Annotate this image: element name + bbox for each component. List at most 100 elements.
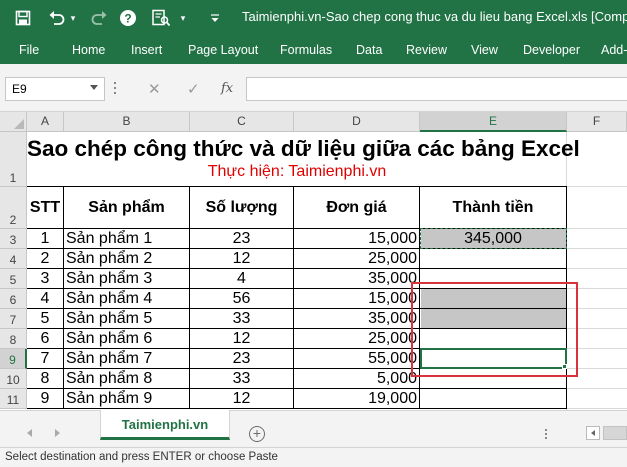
cell-product[interactable]: Sản phẩm 6 (64, 329, 189, 349)
tab-file[interactable]: File (19, 43, 39, 57)
cell-unit-price[interactable]: 15,000 (294, 229, 419, 249)
tab-view[interactable]: View (471, 43, 498, 57)
print-dropdown-icon[interactable]: ▾ (178, 7, 188, 29)
cell-quantity[interactable]: 4 (190, 269, 293, 289)
cell-product[interactable]: Sản phẩm 5 (64, 309, 189, 329)
undo-dropdown-icon[interactable]: ▾ (68, 7, 78, 29)
insert-function-button[interactable]: fx (221, 81, 233, 96)
confirm-entry-button[interactable]: ✓ (187, 80, 200, 98)
tab-insert[interactable]: Insert (131, 43, 162, 57)
copy-marquee (420, 228, 567, 249)
row-header-2[interactable]: 2 (0, 187, 27, 229)
column-header-d[interactable]: D (294, 112, 420, 132)
horizontal-scrollbar-thumb[interactable] (603, 426, 627, 440)
cell-stt[interactable]: 4 (27, 289, 63, 309)
cell-quantity[interactable]: 23 (190, 349, 293, 369)
cell-stt[interactable]: 3 (27, 269, 63, 289)
cell-stt[interactable]: 8 (27, 369, 63, 389)
sheet-subtitle[interactable]: Thực hiện: Taimienphi.vn (27, 162, 567, 182)
column-header-e[interactable]: E (420, 112, 567, 132)
title-bar: ▾ ? ▾ Taimienphi.vn-Sao chep cong thuc v… (0, 0, 627, 36)
scroll-sheets-right-icon[interactable] (55, 429, 60, 437)
row-header-6[interactable]: 6 (0, 289, 27, 309)
scroll-sheets-left-icon[interactable] (27, 429, 32, 437)
cell-stt[interactable]: 9 (27, 389, 63, 409)
svg-text:?: ? (124, 12, 131, 26)
cell-product[interactable]: Sản phẩm 7 (64, 349, 189, 369)
cell-product[interactable]: Sản phẩm 1 (64, 229, 189, 249)
redo-icon[interactable] (88, 7, 110, 29)
row-header-8[interactable]: 8 (0, 329, 27, 349)
sheet-tab-active[interactable]: Taimienphi.vn (100, 410, 230, 440)
cancel-entry-button[interactable]: ✕ (148, 80, 161, 98)
cell-stt[interactable]: 7 (27, 349, 63, 369)
tab-add-ins[interactable]: Add- (601, 43, 627, 57)
sheet-title[interactable]: Sao chép công thức và dữ liệu giữa các b… (27, 132, 580, 166)
header-quantity[interactable]: Số lượng (190, 199, 293, 217)
cell-unit-price[interactable]: 19,000 (294, 389, 419, 409)
row-header-7[interactable]: 7 (0, 309, 27, 329)
help-icon[interactable]: ? (117, 7, 139, 29)
cell-unit-price[interactable]: 15,000 (294, 289, 419, 309)
cell-product[interactable]: Sản phẩm 3 (64, 269, 189, 289)
tab-formulas[interactable]: Formulas (280, 43, 332, 57)
header-product[interactable]: Sản phẩm (64, 199, 189, 217)
cell-unit-price[interactable]: 35,000 (294, 309, 419, 329)
cell-unit-price[interactable]: 25,000 (294, 329, 419, 349)
cell-quantity[interactable]: 56 (190, 289, 293, 309)
tab-page-layout[interactable]: Page Layout (188, 43, 258, 57)
row-header-9[interactable]: 9 (0, 349, 27, 369)
row-header-4[interactable]: 4 (0, 249, 27, 269)
cell-unit-price[interactable]: 25,000 (294, 249, 419, 269)
cell-quantity[interactable]: 12 (190, 249, 293, 269)
cell-stt[interactable]: 2 (27, 249, 63, 269)
row-header-5[interactable]: 5 (0, 269, 27, 289)
tab-review[interactable]: Review (406, 43, 447, 57)
header-total[interactable]: Thành tiền (420, 199, 566, 217)
row-header-1[interactable]: 1 (0, 132, 27, 187)
cell-quantity[interactable]: 12 (190, 329, 293, 349)
status-bar-message: Select destination and press ENTER or ch… (0, 447, 627, 467)
highlight-annotation-box (411, 282, 578, 377)
column-header-b[interactable]: B (64, 112, 190, 132)
cell-quantity[interactable]: 33 (190, 309, 293, 329)
cell-product[interactable]: Sản phẩm 8 (64, 369, 189, 389)
column-header-f[interactable]: F (567, 112, 627, 132)
row-header-3[interactable]: 3 (0, 229, 27, 249)
cell-quantity[interactable]: 12 (190, 389, 293, 409)
save-icon[interactable] (12, 7, 34, 29)
cell-unit-price[interactable]: 5,000 (294, 369, 419, 389)
cell-unit-price[interactable]: 55,000 (294, 349, 419, 369)
cell-stt[interactable]: 5 (27, 309, 63, 329)
cell-product[interactable]: Sản phẩm 9 (64, 389, 189, 409)
cell-product[interactable]: Sản phẩm 2 (64, 249, 189, 269)
cell-stt[interactable]: 6 (27, 329, 63, 349)
select-all-button[interactable] (0, 112, 27, 132)
row-header-10[interactable]: 10 (0, 369, 27, 389)
horizontal-scroll-left-button[interactable] (586, 426, 600, 440)
cell-quantity[interactable]: 33 (190, 369, 293, 389)
name-box-dropdown-icon[interactable] (90, 85, 98, 90)
cell-total[interactable] (420, 389, 566, 409)
cell-stt[interactable]: 1 (27, 229, 63, 249)
tab-data[interactable]: Data (356, 43, 382, 57)
tab-developer[interactable]: Developer (523, 43, 580, 57)
column-header-a[interactable]: A (27, 112, 64, 132)
tab-home[interactable]: Home (72, 43, 105, 57)
header-unit-price[interactable]: Đơn giá (294, 199, 419, 217)
row-header-11[interactable]: 11 (0, 389, 27, 409)
cell-unit-price[interactable]: 35,000 (294, 269, 419, 289)
undo-icon[interactable] (46, 7, 68, 29)
customize-qat-icon[interactable] (207, 7, 223, 29)
formula-input[interactable] (246, 77, 627, 101)
header-stt[interactable]: STT (27, 199, 63, 217)
column-header-c[interactable]: C (190, 112, 294, 132)
cell-quantity[interactable]: 23 (190, 229, 293, 249)
cell-total[interactable] (420, 249, 566, 269)
cell-product[interactable]: Sản phẩm 4 (64, 289, 189, 309)
print-preview-icon[interactable] (149, 7, 173, 29)
formula-bar-resize-handle[interactable] (113, 82, 117, 96)
worksheet-grid[interactable]: A B C D E F 1 2 3 4 5 6 7 8 9 10 11 Sao … (0, 112, 627, 410)
new-sheet-button[interactable]: + (249, 426, 265, 442)
tab-split-handle[interactable] (545, 429, 557, 439)
